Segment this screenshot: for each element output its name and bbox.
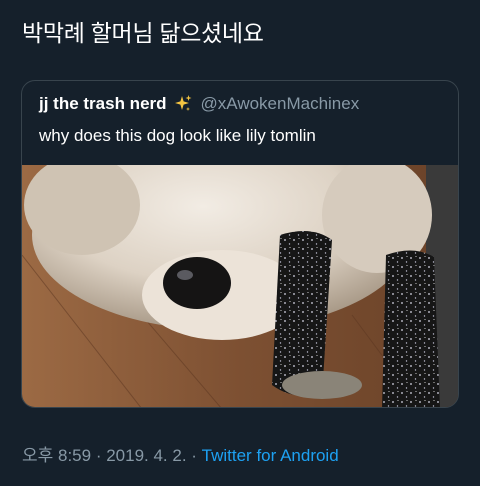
quoted-tweet-text: why does this dog look like lily tomlin xyxy=(39,126,316,145)
quoted-media-photo[interactable] xyxy=(22,165,459,408)
separator-dot: · xyxy=(186,446,202,465)
sparkles-icon xyxy=(174,95,192,111)
tweet-date[interactable]: 2019. 4. 2. xyxy=(106,446,186,465)
tweet-time[interactable]: 오후 8:59 xyxy=(22,446,91,465)
tweet-metadata: 오후 8:59 · 2019. 4. 2. · Twitter for Andr… xyxy=(22,441,339,466)
quoted-tweet-card[interactable]: jj the trash nerd @xAwokenMachinex why d… xyxy=(21,80,459,408)
tweet-text: 박막례 할머님 닮으셨네요 xyxy=(22,20,264,46)
separator-dot: · xyxy=(91,446,107,465)
tweet-source-link[interactable]: Twitter for Android xyxy=(202,446,339,465)
quoted-tweet-header: jj the trash nerd @xAwokenMachinex xyxy=(39,94,359,114)
quoted-author-handle[interactable]: @xAwokenMachinex xyxy=(201,94,360,114)
quoted-author-name[interactable]: jj the trash nerd xyxy=(39,94,167,114)
